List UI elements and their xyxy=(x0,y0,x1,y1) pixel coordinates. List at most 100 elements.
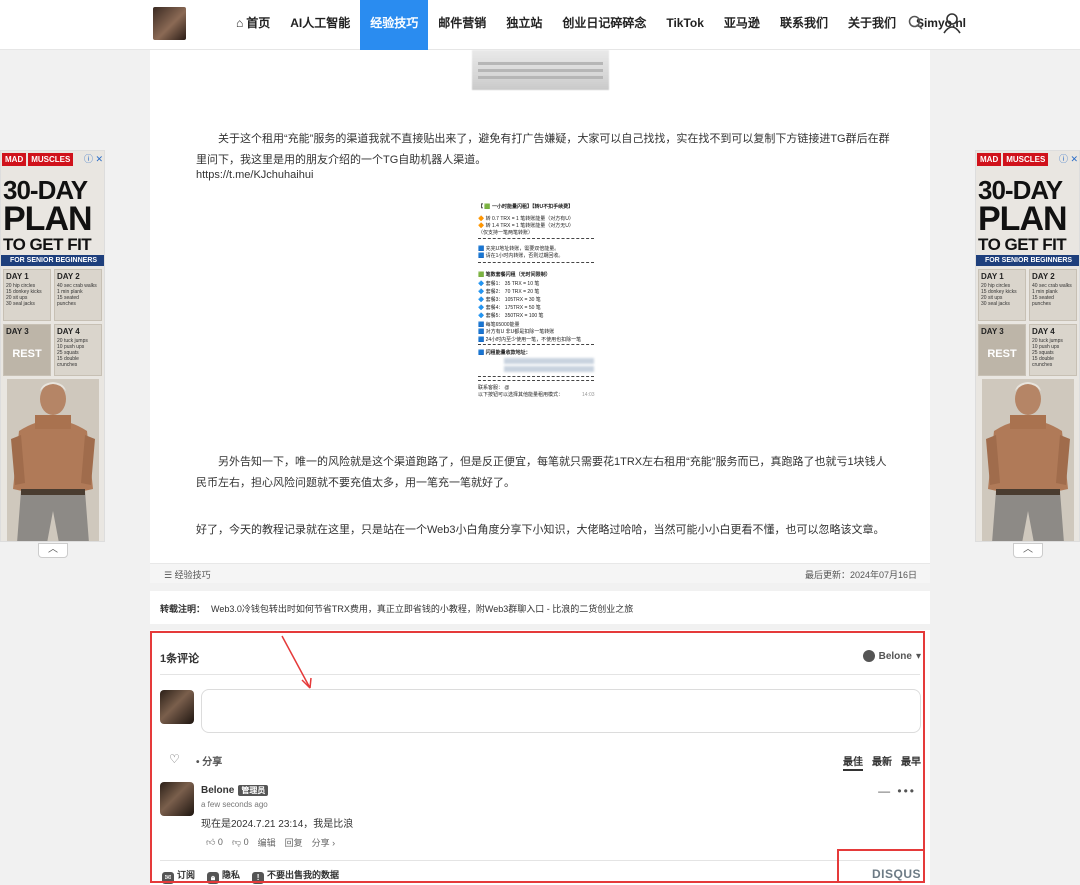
article-image-blurred-lines xyxy=(478,62,603,83)
disqus-logo[interactable]: DISQUS xyxy=(872,867,921,881)
user-icon[interactable] xyxy=(942,12,962,34)
image-text-line: 🟦 请在1小时内转账，否则过期回收。 xyxy=(478,253,564,259)
comment-share-button[interactable]: 分享 › xyxy=(312,836,336,849)
image-separator xyxy=(478,380,594,381)
category-link[interactable]: ☰ 经验技巧 xyxy=(164,568,211,581)
ad-banner-left[interactable]: MAD MUSCLES ⓘ ✕ 30-DAY PLAN TO GET FIT F… xyxy=(0,150,105,542)
ad-day-cell: DAY 2 40 sec crab walks 1 min plank 15 se… xyxy=(1029,269,1077,321)
upvote-button[interactable]: 👍︎ 0 xyxy=(206,837,223,848)
ad-man-image xyxy=(982,379,1074,541)
reply-button[interactable]: 回复 xyxy=(285,836,303,849)
comments-section: 1条评论 Belone ▾ ♡ • 分享 最佳 最新 最早 Belone 管理员 … xyxy=(150,630,930,885)
disqus-user-menu[interactable]: Belone ▾ xyxy=(862,650,921,662)
image-text-line: 🔷 套餐4： 175TRX = 50 笔 xyxy=(478,305,541,311)
ad-day-cell: DAY 3 REST xyxy=(978,324,1026,376)
article-paragraph: 好了，今天的教程记录就在这里，只是站在一个Web3小白角度分享下小知识，大佬略过… xyxy=(196,524,885,536)
telegram-link[interactable]: https://t.me/KJchuhaihui xyxy=(196,169,313,181)
ad-man-image xyxy=(7,379,99,541)
avatar xyxy=(160,690,194,724)
nav-item-2[interactable]: 经验技巧 xyxy=(360,0,429,50)
ad-brand: MAD MUSCLES xyxy=(977,153,1049,166)
ad-day-grid: DAY 1 20 hip circles 15 donkey kicks 20 s… xyxy=(978,269,1078,376)
downvote-button[interactable]: 👎︎ 0 xyxy=(232,837,249,848)
site-header: ⌂ 首页 AI人工智能 经验技巧 邮件营销 独立站 创业日记碎碎念 TikTok 亚马逊 联系我们… xyxy=(0,0,1080,50)
sort-tabs: 最佳 最新 最早 xyxy=(843,753,921,771)
article-screenshot-image: 【 🟩 一小时能量闪租】【转U不扣手续费】 🔶 转 0.7 TRX = 1 笔转账… xyxy=(474,198,602,408)
ad-banner-right[interactable]: MAD MUSCLES ⓘ ✕ 30-DAY PLAN TO GET FIT F… xyxy=(975,150,1080,542)
nav-item-6[interactable]: TikTok xyxy=(656,0,714,50)
ad-day-cell: DAY 1 20 hip circles 15 donkey kicks 20 s… xyxy=(978,269,1026,321)
ad-scroll-up-button[interactable]: ︿ xyxy=(38,543,68,558)
nav-item-4[interactable]: 独立站 xyxy=(496,0,552,50)
subscribe-link[interactable]: ✉ 订阅 xyxy=(162,868,195,884)
comment-time[interactable]: a few seconds ago xyxy=(201,800,268,809)
article-paragraph: 关于这个租用“充能”服务的渠道我就不直接贴出来了，避免有打广告嫌疑，大家可以自己… xyxy=(196,133,890,166)
image-text-line: 🟦 充完U地址转账，需要双倍能量。 xyxy=(478,246,560,252)
heart-icon[interactable]: ♡ xyxy=(169,752,180,766)
comment-actions: 👍︎ 0 👎︎ 0 编辑 回复 分享 › xyxy=(206,836,335,849)
nav-item-8[interactable]: 联系我们 xyxy=(770,0,838,50)
moderator-badge: 管理员 xyxy=(238,785,269,796)
image-text-line: （仅支持一笔两笔转账） xyxy=(478,230,534,236)
avatar[interactable] xyxy=(160,782,194,816)
image-blurred-text xyxy=(504,358,594,364)
comment-text: 现在是2024.7.21 23:14，我是比浪 xyxy=(201,819,354,830)
image-text-line: 🟦 闪租能量收款地址： xyxy=(478,350,531,356)
site-logo[interactable] xyxy=(153,7,186,40)
nav-item-3[interactable]: 邮件营销 xyxy=(428,0,496,50)
article-paragraph: 另外告知一下，唯一的风险就是这个渠道跑路了，但是反正便宜，每笔就只需要花1TRX… xyxy=(196,456,887,489)
more-options-icon[interactable]: — ••• xyxy=(878,784,916,798)
ad-day-grid: DAY 1 20 hip circles 15 donkey kicks 20 s… xyxy=(3,269,103,376)
article-meta-bar: ☰ 经验技巧 最后更新：2024年07月16日 xyxy=(150,563,930,583)
ad-scroll-up-button[interactable]: ︿ xyxy=(1013,543,1043,558)
search-icon[interactable] xyxy=(907,14,925,32)
image-separator xyxy=(478,344,594,345)
sort-newest[interactable]: 最新 xyxy=(872,753,892,771)
nav-item-9[interactable]: 关于我们 xyxy=(838,0,906,50)
ad-day-cell: DAY 3 REST xyxy=(3,324,51,376)
ad-headline-2: PLAN xyxy=(3,200,93,238)
disqus-footer: ✉ 订阅 🔒︎ 隐私 ! 不要出售我的数据 xyxy=(162,868,339,884)
comment-input[interactable] xyxy=(201,689,921,733)
image-text-line: 🔶 转 0.7 TRX = 1 笔转账能量（对方有U） xyxy=(478,216,574,222)
image-text-line: 🟦 每笔65000能量 xyxy=(478,322,520,328)
ad-headline-3: TO GET FIT xyxy=(978,235,1067,254)
image-text-line: 🔶 转 1.4 TRX = 1 笔转账能量（对方无U） xyxy=(478,223,574,229)
nav-item-5[interactable]: 创业日记碎碎念 xyxy=(552,0,656,50)
privacy-link[interactable]: 🔒︎ 隐私 xyxy=(207,868,240,884)
last-updated: 最后更新：2024年07月16日 xyxy=(804,570,917,580)
nav-item-0[interactable]: ⌂ 首页 xyxy=(226,0,280,50)
sort-best[interactable]: 最佳 xyxy=(843,753,863,771)
sort-oldest[interactable]: 最早 xyxy=(901,753,921,771)
caret-down-icon: ▾ xyxy=(915,650,921,662)
article-body: 关于这个租用“充能”服务的渠道我就不直接贴出来了，避免有打广告嫌疑，大家可以自己… xyxy=(150,50,930,563)
do-not-sell-link[interactable]: ! 不要出售我的数据 xyxy=(252,868,339,884)
ad-band: FOR SENIOR BEGINNERS xyxy=(976,255,1079,266)
image-text-line: 🔷 套餐1： 35 TRX = 10 笔 xyxy=(478,281,540,287)
ad-headline-2: PLAN xyxy=(978,200,1068,238)
nav-item-7[interactable]: 亚马逊 xyxy=(714,0,770,50)
ad-brand: MAD MUSCLES xyxy=(2,153,74,166)
divider xyxy=(160,860,920,861)
lock-icon: 🔒︎ xyxy=(207,872,220,884)
ad-close-icon[interactable]: ⓘ ✕ xyxy=(84,152,103,165)
image-text-line: 🟦 24小时内至少使用一笔，不使用也扣除一笔 xyxy=(478,337,582,343)
comment-count: 1条评论 xyxy=(160,653,200,665)
thumb-up-icon: 👍︎ xyxy=(206,837,216,847)
reprint-notice: 转载注明： Web3.0冷钱包转出时如何节省TRX费用，真正立即省钱的小教程，附W… xyxy=(150,591,930,624)
list-icon: ☰ xyxy=(164,570,175,580)
image-text-line: 🟩 笔数套餐闪租（无时间限制） xyxy=(478,272,551,278)
image-timestamp: 14:03 xyxy=(582,392,595,398)
chat-bubble-icon xyxy=(862,650,875,662)
ad-day-cell: DAY 1 20 hip circles 15 donkey kicks 20 s… xyxy=(3,269,51,321)
image-text-line: 【 🟩 一小时能量闪租】【转U不扣手续费】 xyxy=(478,204,574,210)
nav-item-1[interactable]: AI人工智能 xyxy=(280,0,360,50)
ad-band: FOR SENIOR BEGINNERS xyxy=(1,255,104,266)
ad-day-cell: DAY 4 20 tuck jumps 10 push ups 25 squats… xyxy=(1029,324,1077,376)
edit-button[interactable]: 编辑 xyxy=(258,836,276,849)
image-separator xyxy=(478,376,594,377)
ad-close-icon[interactable]: ⓘ ✕ xyxy=(1059,152,1078,165)
mail-icon: ✉ xyxy=(162,872,174,884)
share-button[interactable]: • 分享 xyxy=(196,753,222,768)
reprint-link[interactable]: Web3.0冷钱包转出时如何节省TRX费用，真正立即省钱的小教程，附Web3群聊… xyxy=(211,604,633,614)
